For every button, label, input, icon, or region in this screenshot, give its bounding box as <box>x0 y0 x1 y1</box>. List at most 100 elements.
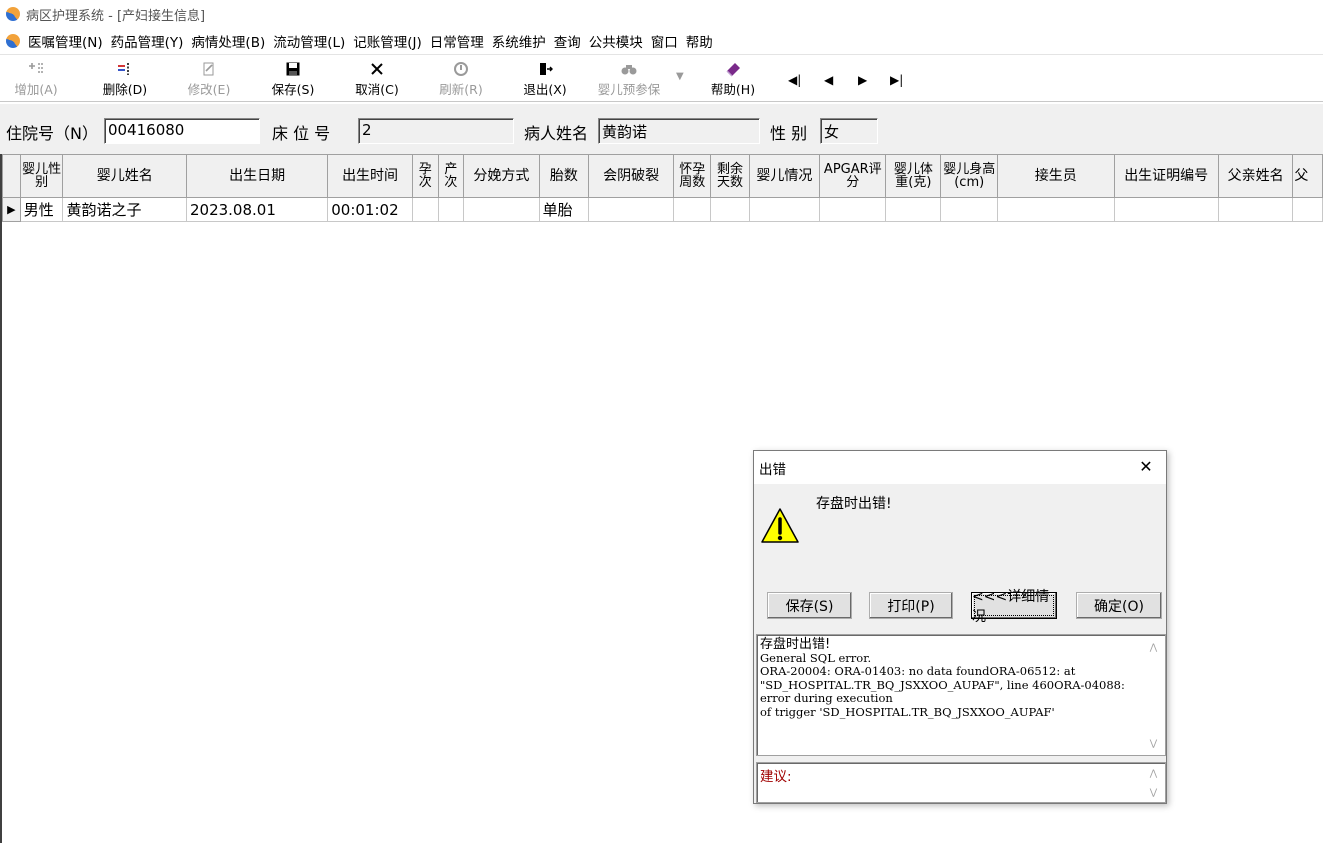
dropdown-arrow-icon[interactable]: ▼ <box>676 71 684 82</box>
app-window: 病区护理系统 - [产妇接生信息] 医嘱管理(N) 药品管理(Y) 病情处理(B… <box>0 0 1323 843</box>
menu-help[interactable]: 帮助 <box>686 31 721 51</box>
scroll-up-icon[interactable]: ⋀ <box>1145 643 1162 653</box>
cell-remaining-days[interactable] <box>710 197 750 222</box>
close-icon[interactable]: ✕ <box>1136 457 1156 477</box>
bed-number-label: 床 位 号 <box>272 124 331 143</box>
dialog-title: 出错 <box>759 461 786 478</box>
cell-perineal-tear[interactable] <box>588 197 675 222</box>
floppy-disk-icon <box>286 59 300 79</box>
sex-field[interactable]: 女 <box>820 118 878 144</box>
cell-midwife[interactable] <box>997 197 1115 222</box>
cell-fetus-count[interactable]: 单胎 <box>538 197 590 222</box>
col-header-father-name[interactable]: 父亲姓名 <box>1217 154 1294 198</box>
menu-drugs[interactable]: 药品管理(Y) <box>111 31 192 51</box>
menu-daily[interactable]: 日常管理 <box>430 31 492 51</box>
cell-baby-weight[interactable] <box>885 197 942 222</box>
prev-record-icon[interactable]: ◀ <box>824 73 833 87</box>
menu-flow[interactable]: 流动管理(L) <box>273 31 353 51</box>
cell-gestation-weeks[interactable] <box>673 197 712 222</box>
col-header-birth-cert[interactable]: 出生证明编号 <box>1113 154 1219 198</box>
grid-header-row: 婴儿性别 婴儿姓名 出生日期 出生时间 孕次 产次 分娩方式 胎数 会阴破裂 怀… <box>2 154 1323 198</box>
patient-name-field[interactable]: 黄韵诺 <box>598 118 760 144</box>
delete-button[interactable]: 删除(D) <box>96 59 154 99</box>
col-header-baby-weight[interactable]: 婴儿体重(克) <box>885 154 942 198</box>
error-message: 存盘时出错! <box>816 496 892 512</box>
next-record-icon[interactable]: ▶ <box>858 73 867 87</box>
cell-father-more[interactable] <box>1292 197 1323 222</box>
patient-header: 住院号（N） 00416080 床 位 号 2 病人姓名 黄韵诺 性 别 女 <box>0 104 1323 154</box>
col-header-delivery-method[interactable]: 分娩方式 <box>463 154 540 198</box>
menu-condition[interactable]: 病情处理(B) <box>191 31 273 51</box>
col-header-fetus-count[interactable]: 胎数 <box>538 154 590 198</box>
cell-baby-height[interactable] <box>940 197 999 222</box>
inpatient-number-label: 住院号（N） <box>6 124 98 143</box>
suggestion-scroll-down-icon[interactable]: ⋁ <box>1145 788 1162 798</box>
add-row-icon <box>27 59 45 79</box>
col-header-apgar[interactable]: APGAR评分 <box>819 154 887 198</box>
col-header-baby-condition[interactable]: 婴儿情况 <box>748 154 821 198</box>
col-header-baby-name[interactable]: 婴儿姓名 <box>62 154 187 198</box>
help-book-icon <box>724 59 742 79</box>
cell-birth-date[interactable]: 2023.08.01 <box>185 197 329 222</box>
table-row[interactable]: ▶ 男性 黄韵诺之子 2023.08.01 00:01:02 单胎 <box>2 197 1323 222</box>
col-header-para[interactable]: 产次 <box>437 154 465 198</box>
error-detail-textarea[interactable]: 存盘时出错! General SQL error. ORA-20004: ORA… <box>756 634 1166 756</box>
binoculars-icon <box>620 59 638 79</box>
menu-billing[interactable]: 记账管理(J) <box>353 31 430 51</box>
col-header-birth-time[interactable]: 出生时间 <box>327 154 413 198</box>
dialog-ok-button[interactable]: 确定(O) <box>1076 592 1162 619</box>
cell-para[interactable] <box>437 197 465 222</box>
col-header-baby-sex[interactable]: 婴儿性别 <box>19 154 64 198</box>
first-record-icon[interactable]: ◀| <box>788 73 801 87</box>
cell-baby-condition[interactable] <box>748 197 821 222</box>
col-header-midwife[interactable]: 接生员 <box>997 154 1115 198</box>
inpatient-number-field[interactable]: 00416080 <box>104 118 260 144</box>
last-record-icon[interactable]: ▶| <box>890 73 903 87</box>
menu-window[interactable]: 窗口 <box>651 31 686 51</box>
col-header-gestation-weeks[interactable]: 怀孕周数 <box>673 154 712 198</box>
error-dialog: 出错 ✕ 存盘时出错! 保存(S) 打印(P) <<<详细情况 确定(O) 存盘… <box>753 450 1167 804</box>
suggestion-scroll-up-icon[interactable]: ⋀ <box>1145 769 1162 779</box>
app-logo-icon <box>6 7 20 21</box>
dialog-print-button[interactable]: 打印(P) <box>869 592 953 619</box>
cell-birth-time[interactable]: 00:01:02 <box>327 197 413 222</box>
save-button[interactable]: 保存(S) <box>264 59 322 99</box>
scroll-down-icon[interactable]: ⋁ <box>1145 739 1162 749</box>
patient-name-label: 病人姓名 <box>524 124 589 143</box>
title-bar: 病区护理系统 - [产妇接生信息] <box>0 0 1323 28</box>
dialog-save-button[interactable]: 保存(S) <box>767 592 852 619</box>
mdi-child-icon[interactable] <box>6 33 20 48</box>
cell-baby-name[interactable]: 黄韵诺之子 <box>62 197 187 222</box>
add-button[interactable]: 增加(A) <box>10 59 62 99</box>
menu-common[interactable]: 公共模块 <box>589 31 651 51</box>
col-header-remaining-days[interactable]: 剩余天数 <box>710 154 750 198</box>
col-header-baby-height[interactable]: 婴儿身高(cm) <box>940 154 999 198</box>
col-header-gravida[interactable]: 孕次 <box>411 154 439 198</box>
col-header-birth-date[interactable]: 出生日期 <box>185 154 329 198</box>
close-icon <box>370 59 384 79</box>
menu-maintenance[interactable]: 系统维护 <box>492 31 554 51</box>
edit-button[interactable]: 修改(E) <box>180 59 238 99</box>
menu-orders[interactable]: 医嘱管理(N) <box>28 31 111 51</box>
suggestion-textarea[interactable]: 建议: <box>756 762 1166 803</box>
exit-button[interactable]: 退出(X) <box>516 59 574 99</box>
cell-father-name[interactable] <box>1217 197 1294 222</box>
cell-apgar[interactable] <box>819 197 887 222</box>
col-header-father-more[interactable]: 父 <box>1292 154 1323 198</box>
refresh-button[interactable]: 刷新(R) <box>432 59 490 99</box>
cell-baby-sex[interactable]: 男性 <box>19 197 64 222</box>
bed-number-field[interactable]: 2 <box>358 118 514 144</box>
cancel-button[interactable]: 取消(C) <box>348 59 406 99</box>
cell-delivery-method[interactable] <box>463 197 540 222</box>
baby-insurance-button[interactable]: 婴儿预参保 <box>588 59 670 99</box>
suggestion-label: 建议: <box>760 769 792 785</box>
cell-birth-cert[interactable] <box>1113 197 1219 222</box>
grid-table: 婴儿性别 婴儿姓名 出生日期 出生时间 孕次 产次 分娩方式 胎数 会阴破裂 怀… <box>2 154 1323 222</box>
detail-text: General SQL error. ORA-20004: ORA-01403:… <box>760 650 1125 719</box>
dialog-title-bar: 出错 ✕ <box>754 451 1166 484</box>
help-button[interactable]: 帮助(H) <box>702 59 764 99</box>
cell-gravida[interactable] <box>411 197 439 222</box>
col-header-perineal-tear[interactable]: 会阴破裂 <box>588 154 675 198</box>
dialog-details-button[interactable]: <<<详细情况 <box>971 589 1057 625</box>
menu-query[interactable]: 查询 <box>554 31 589 51</box>
